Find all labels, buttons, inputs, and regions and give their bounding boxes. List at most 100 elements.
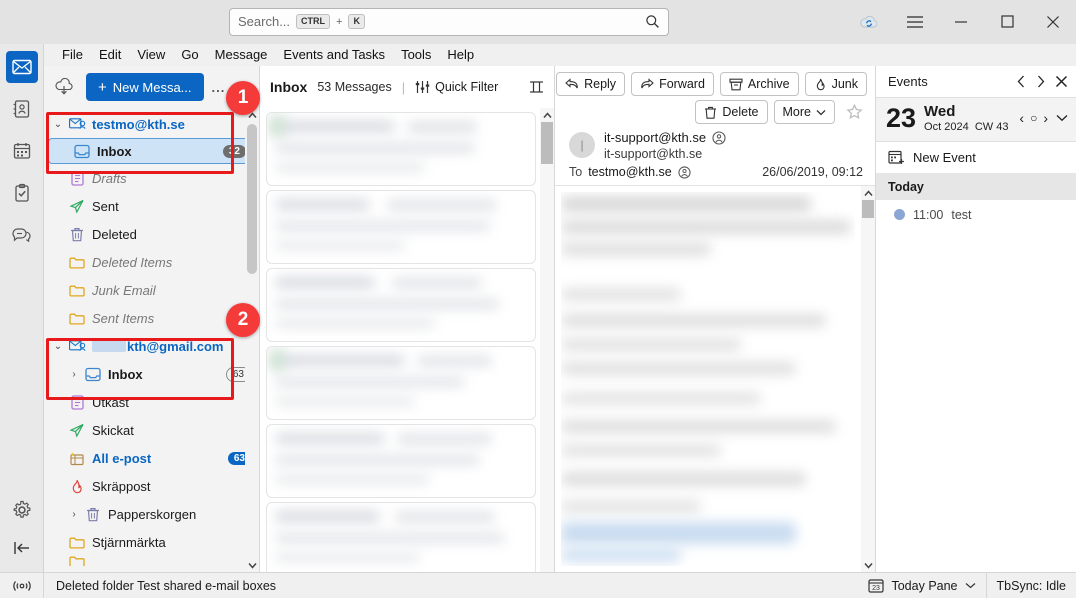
status-message: Deleted folder Test shared e-mail boxes [56,578,277,593]
message-list-item[interactable] [266,424,536,498]
message-list-item[interactable] [266,112,536,186]
menu-message[interactable]: Message [207,44,276,66]
scroll-thumb[interactable] [541,122,553,164]
folder-row-inbox-testmo[interactable]: Inbox 32 [48,138,255,164]
folder-row-junk-email[interactable]: Junk Email [44,276,259,304]
rail-item-mail[interactable] [5,51,38,83]
quick-filter-button[interactable]: Quick Filter [415,80,498,94]
event-week-number: CW 43 [974,120,1009,133]
chevron-left-icon[interactable] [1017,75,1026,88]
new-event-button[interactable]: New Event [876,142,1076,174]
scroll-thumb[interactable] [247,124,257,274]
new-message-button[interactable]: + New Messa... [86,73,204,101]
maximize-icon[interactable] [984,0,1030,44]
title-bar: Search... CTRL + K [0,0,1076,44]
folder-pane-scrollbar[interactable] [245,108,259,572]
reply-button[interactable]: Reply [556,72,626,96]
menu-go[interactable]: Go [173,44,206,66]
forward-button[interactable]: Forward [631,72,714,96]
tbsync-status[interactable]: TbSync: Idle [987,573,1076,598]
message-list-item[interactable] [266,190,536,264]
mini-prev-day-button[interactable]: ‹ [1019,110,1024,126]
more-button[interactable]: More [773,100,835,124]
folder-row-account-testmo[interactable]: ⌄ testmo@kth.se [44,110,259,138]
rail-item-address-book[interactable] [6,93,38,125]
message-body[interactable] [555,185,875,572]
rail-item-chat[interactable] [6,219,38,251]
menu-edit[interactable]: Edit [91,44,129,66]
reading-pane-scrollbar[interactable] [861,186,875,572]
menu-events-and-tasks[interactable]: Events and Tasks [275,44,393,66]
folder-row-skrappost[interactable]: Skräppost [44,472,259,500]
menu-tools[interactable]: Tools [393,44,439,66]
junk-icon [814,78,827,91]
message-list-pane: Inbox 53 Messages | Quick Filter [260,66,555,572]
folder-row-drafts[interactable]: Drafts [44,164,259,192]
archive-button[interactable]: Archive [719,72,799,96]
message-list-item[interactable] [266,346,536,420]
message-list-item[interactable] [266,268,536,342]
get-messages-cloud-icon[interactable] [50,78,78,96]
contact-circle-icon[interactable] [712,130,726,145]
folder-row-utkast[interactable]: Utkast [44,388,259,416]
scroll-down-arrow[interactable] [863,558,873,572]
menu-help[interactable]: Help [439,44,482,66]
mini-next-day-button[interactable]: › [1043,110,1048,126]
scroll-down-arrow[interactable] [247,558,257,572]
scroll-track[interactable] [861,200,875,558]
close-icon[interactable] [1055,75,1068,88]
close-icon[interactable] [1030,0,1076,44]
column-options-icon[interactable] [529,80,544,94]
contact-circle-icon[interactable] [678,165,691,179]
scroll-up-arrow[interactable] [863,186,873,200]
message-count: 53 Messages [317,80,392,94]
rail-item-settings[interactable] [6,494,38,526]
folder-row-deleted-items[interactable]: Deleted Items [44,248,259,276]
chevron-right-icon[interactable]: › [66,509,82,520]
message-list-item[interactable] [266,502,536,572]
chat-bubble-icon [12,228,31,243]
chevron-right-icon[interactable] [1036,75,1045,88]
folder-row-account-gmail[interactable]: ⌄ kth@gmail.com [44,332,259,360]
folder-toolbar-overflow[interactable]: ... [212,80,226,95]
mini-today-button[interactable]: ○ [1030,111,1037,125]
scroll-thumb[interactable] [862,200,874,218]
star-icon[interactable] [841,100,867,124]
junk-button[interactable]: Junk [804,72,867,96]
message-list-scrollbar[interactable] [540,108,554,572]
message-actions-row-1: Reply Forward Archive Junk [556,72,867,96]
cloud-sync-icon[interactable] [846,0,892,44]
today-pane-button[interactable]: 23 Today Pane [858,572,987,598]
folder-row-papperskorgen[interactable]: › Papperskorgen [44,500,259,528]
folder-row-skickat[interactable]: Skickat [44,416,259,444]
folder-row-sent[interactable]: Sent [44,192,259,220]
search-input[interactable]: Search... CTRL + K [229,7,669,36]
rail-item-collapse[interactable] [6,532,38,564]
message-list[interactable] [260,108,554,572]
scroll-track[interactable] [540,122,554,572]
delete-button[interactable]: Delete [695,100,768,124]
scroll-track[interactable] [245,122,259,558]
event-day-of-week: Wed [924,103,956,120]
folder-row-all-epost[interactable]: All e-post 63 [44,444,259,472]
folder-row-inbox-gmail[interactable]: › Inbox 63 [44,360,259,388]
folder-icon [66,284,88,297]
rail-item-calendar[interactable] [6,135,38,167]
event-list-item[interactable]: 11:00 test [876,200,1076,230]
chevron-down-icon[interactable]: ⌄ [50,341,66,352]
chevron-down-icon[interactable] [1056,114,1068,122]
folder-row-deleted[interactable]: Deleted [44,220,259,248]
calendar-icon [13,143,30,159]
menu-view[interactable]: View [129,44,173,66]
menu-file[interactable]: File [54,44,91,66]
chevron-down-icon[interactable]: ⌄ [50,119,66,130]
scroll-up-arrow[interactable] [542,108,552,122]
rail-item-tasks[interactable] [6,177,38,209]
message-date: 26/06/2019, 09:12 [762,165,863,179]
minimize-icon[interactable] [938,0,984,44]
folder-row-partial[interactable] [44,556,259,566]
connection-status[interactable] [0,572,44,598]
hamburger-menu-icon[interactable] [892,0,938,44]
folder-row-stjarnmarkta[interactable]: Stjärnmärkta [44,528,259,556]
chevron-right-icon[interactable]: › [66,369,82,380]
